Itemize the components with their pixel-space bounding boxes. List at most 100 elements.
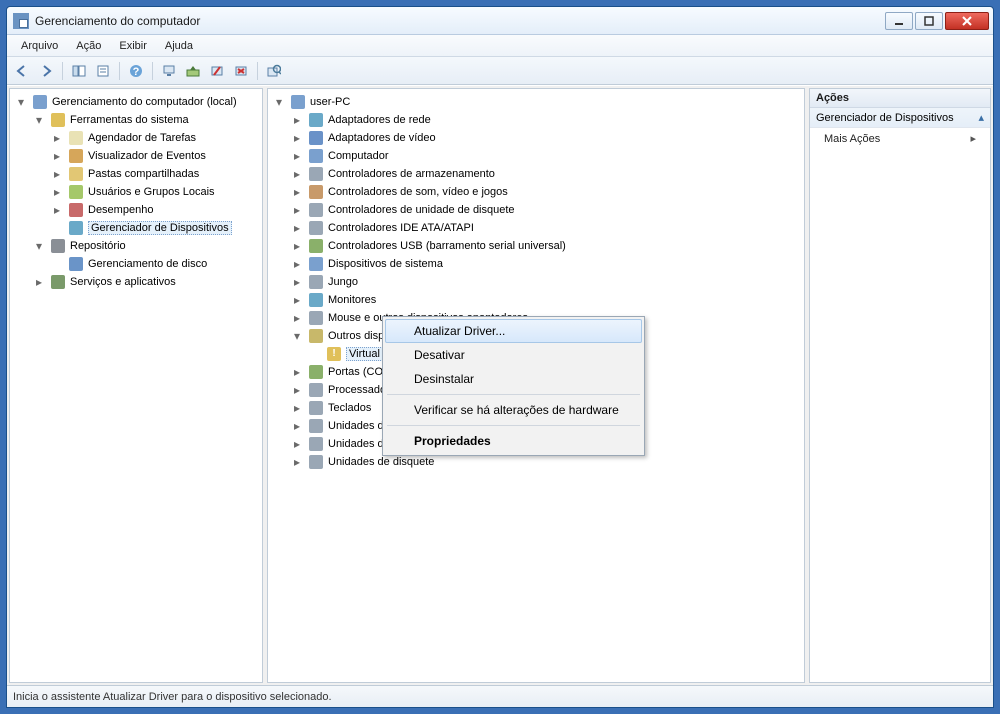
usb-icon [308, 238, 324, 254]
properties-button[interactable] [92, 60, 114, 82]
scan-hardware-button[interactable] [263, 60, 285, 82]
nav-back-button[interactable] [11, 60, 33, 82]
device-monitors[interactable]: ▸Monitores [288, 291, 802, 309]
titlebar[interactable]: Gerenciamento do computador [7, 7, 993, 35]
tree-performance[interactable]: ▸Desempenho [48, 201, 260, 219]
minimize-button[interactable] [885, 12, 913, 30]
pc-icon [290, 94, 306, 110]
tree-users-groups[interactable]: ▸Usuários e Grupos Locais [48, 183, 260, 201]
users-icon [68, 184, 84, 200]
device-usb[interactable]: ▸Controladores USB (barramento serial un… [288, 237, 802, 255]
ctx-disable[interactable]: Desativar [385, 343, 642, 367]
toolbar-separator [152, 62, 153, 80]
device-jungo[interactable]: ▸Jungo [288, 273, 802, 291]
show-hide-tree-button[interactable] [68, 60, 90, 82]
com-port-icon [308, 364, 324, 380]
window-title: Gerenciamento do computador [35, 14, 885, 28]
services-icon [50, 274, 66, 290]
actions-header: Ações [810, 89, 990, 108]
menu-view[interactable]: Exibir [111, 38, 155, 54]
maximize-button[interactable] [915, 12, 943, 30]
warning-icon [326, 346, 342, 362]
ctx-separator [387, 394, 640, 395]
device-ide[interactable]: ▸Controladores IDE ATA/ATAPI [288, 219, 802, 237]
disk-drive-icon [308, 436, 324, 452]
sound-icon [308, 184, 324, 200]
status-text: Inicia o assistente Atualizar Driver par… [13, 691, 332, 703]
toolbar: ? [7, 57, 993, 85]
device-manager-icon [68, 220, 84, 236]
ctx-separator [387, 425, 640, 426]
scope-pane[interactable]: ▾Gerenciamento do computador (local) ▾Fe… [9, 88, 263, 683]
shared-folder-icon [68, 166, 84, 182]
display-adapter-icon [308, 130, 324, 146]
performance-icon [68, 202, 84, 218]
update-driver-button[interactable] [182, 60, 204, 82]
mouse-icon [308, 310, 324, 326]
toolbar-separator [119, 62, 120, 80]
other-devices-icon [308, 328, 324, 344]
device-video-adapters[interactable]: ▸Adaptadores de vídeo [288, 129, 802, 147]
ctx-uninstall[interactable]: Desinstalar [385, 367, 642, 391]
app-icon [13, 13, 29, 29]
tree-device-manager[interactable]: Gerenciador de Dispositivos [48, 219, 260, 237]
tree-shared-folders[interactable]: ▸Pastas compartilhadas [48, 165, 260, 183]
floppy-drive-icon [308, 454, 324, 470]
event-log-icon [68, 148, 84, 164]
actions-more[interactable]: Mais Ações ▸ [810, 128, 990, 149]
menu-action[interactable]: Ação [68, 38, 109, 54]
tree-disk-management[interactable]: Gerenciamento de disco [48, 255, 260, 273]
ctx-update-driver[interactable]: Atualizar Driver... [385, 319, 642, 343]
content-area: ▾Gerenciamento do computador (local) ▾Fe… [7, 85, 993, 685]
device-root[interactable]: ▾user-PC [270, 93, 802, 111]
computer-icon[interactable] [158, 60, 180, 82]
device-computer[interactable]: ▸Computador [288, 147, 802, 165]
ctx-properties[interactable]: Propriedades [385, 429, 642, 453]
storage-icon [50, 238, 66, 254]
tree-services[interactable]: ▸Serviços e aplicativos [30, 273, 260, 291]
tree-storage[interactable]: ▾Repositório [30, 237, 260, 255]
floppy-controller-icon [308, 202, 324, 218]
svg-text:?: ? [133, 66, 140, 78]
statusbar: Inicia o assistente Atualizar Driver par… [7, 685, 993, 707]
menubar: Arquivo Ação Exibir Ajuda [7, 35, 993, 57]
app-window: Gerenciamento do computador Arquivo Ação… [6, 6, 994, 708]
jungo-icon [308, 274, 324, 290]
close-button[interactable] [945, 12, 989, 30]
monitor-icon [308, 292, 324, 308]
storage-controller-icon [308, 166, 324, 182]
device-sound[interactable]: ▸Controladores de som, vídeo e jogos [288, 183, 802, 201]
actions-section[interactable]: Gerenciador de Dispositivos ▴ [810, 108, 990, 128]
toolbar-separator [257, 62, 258, 80]
keyboard-icon [308, 400, 324, 416]
device-net-adapters[interactable]: ▸Adaptadores de rede [288, 111, 802, 129]
ctx-scan-hardware[interactable]: Verificar se há alterações de hardware [385, 398, 642, 422]
device-floppy-ctrl[interactable]: ▸Controladores de unidade de disquete [288, 201, 802, 219]
tree-root[interactable]: ▾Gerenciamento do computador (local) [12, 93, 260, 111]
cpu-icon [308, 382, 324, 398]
actions-more-label: Mais Ações [824, 133, 880, 145]
optical-drive-icon [308, 418, 324, 434]
tools-icon [50, 112, 66, 128]
computer-management-icon [32, 94, 48, 110]
help-button[interactable]: ? [125, 60, 147, 82]
nav-forward-button[interactable] [35, 60, 57, 82]
menu-file[interactable]: Arquivo [13, 38, 66, 54]
system-device-icon [308, 256, 324, 272]
disk-icon [68, 256, 84, 272]
network-icon [308, 112, 324, 128]
device-storage-ctrl[interactable]: ▸Controladores de armazenamento [288, 165, 802, 183]
menu-help[interactable]: Ajuda [157, 38, 201, 54]
clock-icon [68, 130, 84, 146]
toolbar-separator [62, 62, 63, 80]
device-pane[interactable]: ▾user-PC ▸Adaptadores de rede ▸Adaptador… [267, 88, 805, 683]
ide-icon [308, 220, 324, 236]
tree-event-viewer[interactable]: ▸Visualizador de Eventos [48, 147, 260, 165]
tree-task-scheduler[interactable]: ▸Agendador de Tarefas [48, 129, 260, 147]
computer-icon [308, 148, 324, 164]
tree-system-tools[interactable]: ▾Ferramentas do sistema [30, 111, 260, 129]
disable-device-button[interactable] [206, 60, 228, 82]
uninstall-device-button[interactable] [230, 60, 252, 82]
collapse-icon: ▴ [978, 111, 984, 124]
device-system[interactable]: ▸Dispositivos de sistema [288, 255, 802, 273]
